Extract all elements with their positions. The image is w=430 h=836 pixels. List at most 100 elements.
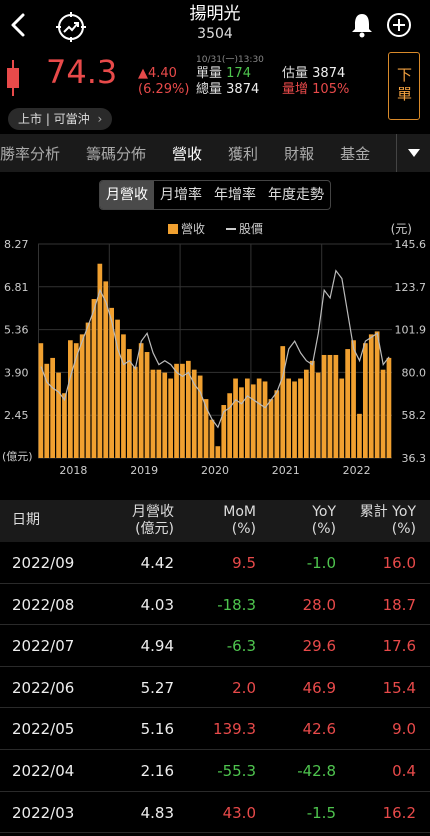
revenue-bar [138, 343, 144, 458]
add-watchlist-icon[interactable] [386, 12, 412, 38]
order-button[interactable]: 下單 [388, 52, 420, 120]
table-row[interactable]: 2022/05 5.16 139.3 42.6 9.0 [0, 708, 430, 750]
segment-annual-trend[interactable]: 年度走勢 [262, 181, 330, 209]
legend-revenue-label: 營收 [181, 222, 206, 236]
row-mom: -6.3 [226, 637, 256, 656]
revenue-bar [197, 375, 203, 458]
total-volume-value: 3874 [226, 82, 260, 97]
order-button-label: 下單 [395, 67, 413, 105]
row-yoy: 28.0 [302, 595, 336, 614]
table-row[interactable]: 2022/04 2.16 -55.3 -42.8 0.4 [0, 750, 430, 792]
row-date: 2022/03 [12, 803, 75, 822]
row-cumulative-yoy: 16.2 [382, 803, 416, 822]
x-axis-tick: 2019 [130, 464, 158, 477]
tab-funds[interactable]: 基金 [340, 143, 370, 164]
revenue-bar [50, 357, 55, 458]
row-mom: 43.0 [222, 803, 256, 822]
revenue-bar [79, 334, 85, 458]
row-revenue: 4.83 [140, 803, 174, 822]
revenue-bar [357, 413, 362, 458]
total-volume-label: 總量 [196, 82, 223, 97]
row-cumulative-yoy: 17.6 [382, 637, 416, 656]
right-axis-tick: 58.2 [402, 409, 427, 422]
revenue-table: 2022/09 4.42 9.5 -1.0 16.0 2022/08 4.03 -18.3 28… [0, 542, 430, 834]
bell-icon[interactable] [350, 12, 374, 38]
row-cumulative-yoy: 15.4 [382, 678, 416, 697]
listing-status-pill[interactable]: 上市 | 可當沖 › [8, 108, 113, 130]
revenue-bar [91, 299, 97, 458]
listing-status-text: 上市 | 可當沖 [18, 112, 90, 126]
row-date: 2022/08 [12, 595, 75, 614]
left-axis-unit: (億元) [2, 450, 33, 463]
back-arrow-icon[interactable] [8, 12, 28, 38]
tab-more-button[interactable] [396, 134, 430, 172]
table-row[interactable]: 2022/09 4.42 9.5 -1.0 16.0 [0, 542, 430, 584]
revenue-bar [144, 352, 150, 458]
price-swatch [226, 228, 236, 230]
revenue-bar [162, 372, 168, 458]
volume-increase-value: 105% [312, 82, 350, 97]
volume-increase-label: 量增 [282, 82, 309, 97]
tab-revenue[interactable]: 營收 [172, 143, 202, 164]
revenue-bar [368, 334, 374, 458]
revenue-bar [380, 369, 386, 458]
revenue-bar [85, 322, 91, 458]
revenue-bar [73, 343, 79, 458]
revenue-bar [268, 399, 274, 458]
revenue-bar [233, 378, 238, 458]
col-mom-title: MoM [223, 504, 256, 520]
x-axis-tick: 2018 [59, 464, 87, 477]
col-revenue: 月營收 (億元) [132, 504, 174, 538]
right-axis-tick: 80.0 [402, 366, 427, 379]
left-axis-tick: 3.90 [4, 366, 29, 379]
current-price: 74.3 [46, 53, 118, 91]
tab-win-rate[interactable]: 勝率分析 [0, 143, 60, 164]
row-yoy: 46.9 [302, 678, 336, 697]
col-mom-unit: (%) [231, 521, 256, 537]
row-date: 2022/09 [12, 554, 75, 572]
tab-chip-distribution[interactable]: 籌碼分佈 [86, 143, 146, 164]
tab-bar: 勝率分析 籌碼分佈 營收 獲利 財報 基金 [0, 134, 430, 172]
revenue-chart: 8.27 6.81 5.36 3.90 2.45 (億元) 145.6 123.7 101.9 8… [0, 240, 430, 500]
revenue-bar [309, 360, 315, 458]
x-axis-tick: 2020 [201, 464, 229, 477]
table-row[interactable]: 2022/03 4.83 43.0 -1.5 16.2 [0, 792, 430, 834]
left-axis-tick: 6.81 [4, 281, 29, 294]
revenue-bar [121, 334, 126, 458]
table-row[interactable]: 2022/06 5.27 2.0 46.9 15.4 [0, 667, 430, 709]
unit-volume-stat: 單量 174 [196, 66, 251, 82]
right-axis-tick: 36.3 [402, 452, 427, 465]
triangle-down-icon [407, 149, 420, 157]
revenue-bar [127, 349, 132, 458]
row-cumulative-yoy: 16.0 [382, 554, 416, 572]
col-yoy-unit: (%) [311, 521, 336, 537]
right-axis-tick: 101.9 [395, 324, 427, 337]
table-row[interactable]: 2022/07 4.94 -6.3 29.6 17.6 [0, 625, 430, 667]
legend-price: 股價 [226, 220, 263, 237]
row-date: 2022/05 [12, 720, 75, 739]
revenue-bar [321, 354, 327, 458]
unit-volume-value: 174 [226, 66, 251, 81]
row-revenue: 4.42 [140, 554, 174, 572]
row-cumulative-yoy: 0.4 [392, 761, 416, 780]
legend-revenue: 營收 [168, 220, 205, 237]
segment-yoy[interactable]: 年增率 [208, 181, 262, 209]
trend-compass-icon[interactable] [54, 10, 88, 44]
revenue-bar [304, 369, 309, 458]
segment-control-wrap: 月營收 月增率 年增率 年度走勢 [0, 172, 430, 218]
total-volume-stat: 總量 3874 [196, 82, 259, 98]
row-revenue: 4.94 [140, 637, 174, 656]
revenue-bar [227, 393, 232, 458]
right-axis-unit: (元) [390, 222, 412, 236]
revenue-bar [209, 419, 215, 458]
tab-profit[interactable]: 獲利 [228, 143, 258, 164]
revenue-bar [374, 331, 380, 458]
tab-financials[interactable]: 財報 [284, 143, 314, 164]
revenue-bar [274, 390, 280, 458]
segment-mom[interactable]: 月增率 [154, 181, 208, 209]
volume-increase-stat: 量增 105% [282, 82, 349, 98]
table-row[interactable]: 2022/08 4.03 -18.3 28.0 18.7 [0, 584, 430, 626]
row-revenue: 4.03 [140, 595, 174, 614]
segment-monthly-revenue[interactable]: 月營收 [100, 181, 154, 209]
revenue-bar [180, 363, 185, 458]
